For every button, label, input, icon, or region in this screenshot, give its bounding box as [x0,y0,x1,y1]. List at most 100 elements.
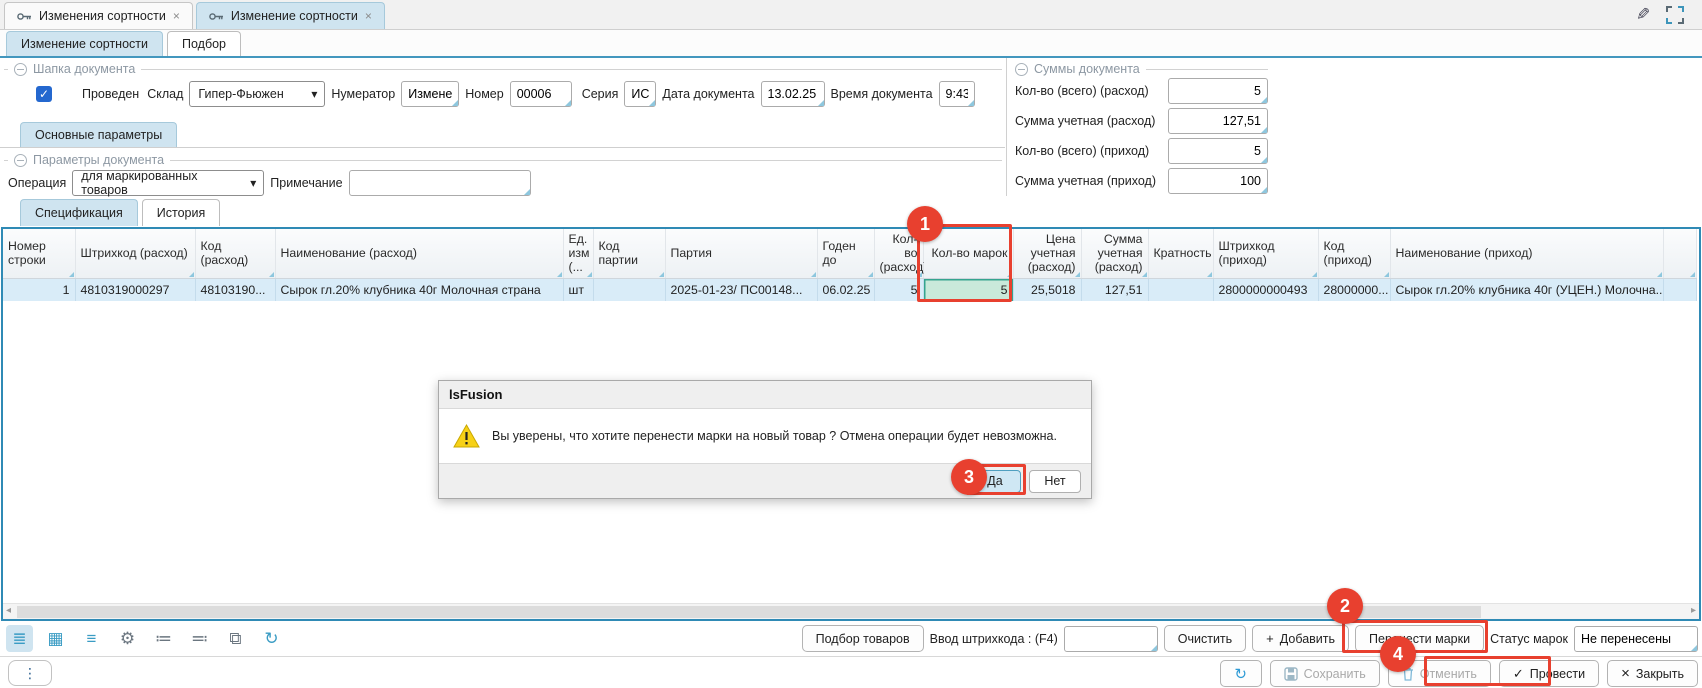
cell[interactable]: 4810319000297 [75,278,195,301]
column-header[interactable]: Наименование (расход) [275,229,563,278]
dialog-title: lsFusion [439,381,1091,409]
qty-prihod-field[interactable] [1168,138,1268,164]
window-tab-izmenenie-sortnosti[interactable]: Изменение сортности × [196,2,385,29]
column-header[interactable]: Кол-во (расход) [874,229,923,278]
cell[interactable]: 25,5018 [1013,278,1081,301]
lsfusion-window: Изменения сортности × Изменение сортност… [0,0,1702,688]
form-tab-bar: Изменение сортности Подбор [0,30,1702,58]
collapse-icon[interactable] [14,63,27,76]
doc-date-field[interactable] [761,81,825,107]
filter-icon[interactable]: ≡ [78,625,105,652]
cell[interactable]: 1 [3,278,75,301]
cell[interactable]: 2025-01-23/ ПС00148... [665,278,817,301]
window-tab-izmeneniya-sortnosti[interactable]: Изменения сортности × [4,2,193,29]
numerator-field[interactable] [401,81,459,107]
cell-kolvo-marok-selected[interactable]: 5 [923,278,1013,301]
scrollbar-thumb[interactable] [17,606,1481,618]
operation-select[interactable]: для маркированных товаров▾ [72,170,264,196]
cell[interactable] [1148,278,1213,301]
close-tab-icon[interactable]: × [173,9,180,23]
barcode-label: Ввод штрихкода : (F4) [930,632,1058,646]
cell[interactable]: 2800000000493 [1213,278,1318,301]
view-grid-icon[interactable]: ▦ [42,625,69,652]
seriya-field[interactable] [624,81,656,107]
seriya-label: Серия [582,87,619,101]
yes-button[interactable]: Да [969,470,1021,493]
proveden-checkbox[interactable]: ✓ [36,86,52,102]
cell[interactable]: 127,51 [1081,278,1148,301]
cell[interactable] [593,278,665,301]
add-rows-icon[interactable]: ≕ [186,625,213,652]
clear-button[interactable]: Очистить [1164,625,1246,652]
check-icon: ✓ [1513,666,1524,682]
no-button[interactable]: Нет [1029,470,1081,493]
column-header[interactable]: Ед. изм (... [563,229,593,278]
open-in-new-icon[interactable]: ⧉ [222,625,249,652]
save-button[interactable]: Сохранить [1270,660,1380,687]
doc-time-field[interactable] [939,81,975,107]
close-x-icon: × [1621,665,1630,682]
column-header[interactable]: Годен до [817,229,874,278]
window-tab-label: Изменение сортности [231,9,358,23]
nomer-field[interactable] [510,81,572,107]
column-header[interactable]: Наименование (приход) [1390,229,1663,278]
column-header[interactable]: Код (приход) [1318,229,1390,278]
cell[interactable]: 5 [874,278,923,301]
column-header[interactable]: Сумма учетная (расход) [1081,229,1148,278]
qty-rashod-field[interactable] [1168,78,1268,104]
numbered-list-icon[interactable]: ≔ [150,625,177,652]
fullscreen-icon[interactable] [1666,6,1684,24]
refresh-button[interactable]: ↻ [1220,660,1262,687]
column-header[interactable]: Цена учетная (расход) [1013,229,1081,278]
barcode-input[interactable] [1064,626,1158,652]
podbor-tovarov-button[interactable]: Подбор товаров [802,625,924,652]
scroll-right-icon[interactable]: ▸ [1691,605,1696,616]
tab-osnovnye-parametry[interactable]: Основные параметры [20,122,177,147]
grid-row-1[interactable]: 1 4810319000297 48103190... Сырок гл.20%… [3,278,1697,301]
close-tab-icon[interactable]: × [365,9,372,23]
sum-row: Кол-во (всего) (приход) [1015,136,1268,166]
cell[interactable]: 28000000... [1318,278,1390,301]
tab-podbor[interactable]: Подбор [167,31,241,56]
cell[interactable]: 06.02.25 [817,278,874,301]
scroll-left-icon[interactable]: ◂ [6,605,11,616]
marks-status-field [1574,626,1698,652]
gear-icon[interactable]: ⚙ [114,625,141,652]
column-header[interactable]: Партия [665,229,817,278]
sklad-select[interactable]: Гипер-Фьюжен▾ [189,81,325,107]
post-button[interactable]: ✓Провести [1499,660,1599,687]
window-tab-bar: Изменения сортности × Изменение сортност… [0,0,1702,30]
summa-rashod-field[interactable] [1168,108,1268,134]
cell[interactable]: Сырок гл.20% клубника 40г Молочная стран… [275,278,563,301]
view-list-icon[interactable]: ≣ [6,625,33,652]
horizontal-scrollbar[interactable]: ◂ ▸ [3,603,1699,619]
more-menu-button[interactable]: ⋮ [8,660,52,686]
params-section-legend: Параметры документа [4,153,1002,167]
tab-specifikaciya[interactable]: Спецификация [20,199,138,226]
column-header[interactable]: Штрихкод (приход) [1213,229,1318,278]
cell[interactable]: Сырок гл.20% клубника 40г (УЦЕН.) Молочн… [1390,278,1663,301]
column-header-kolvo-marok[interactable]: Кол-во марок [923,229,1013,278]
refresh-grid-icon[interactable]: ↻ [258,625,285,652]
column-header[interactable]: Штрихкод (расход) [75,229,195,278]
column-header[interactable]: Кратность [1148,229,1213,278]
close-button[interactable]: ×Закрыть [1607,660,1698,687]
edit-pencil-icon[interactable]: ✎ [1636,5,1650,25]
column-header[interactable]: Код партии [593,229,665,278]
summa-prihod-field[interactable] [1168,168,1268,194]
tab-izmenenie-sortnosti[interactable]: Изменение сортности [6,31,163,56]
add-button[interactable]: +Добавить [1252,625,1349,652]
cancel-button[interactable]: Отменить [1388,660,1491,687]
column-header[interactable]: Номер строки [3,229,75,278]
window-tab-label: Изменения сортности [39,9,166,23]
cell[interactable]: 48103190... [195,278,275,301]
tab-istoriya[interactable]: История [142,199,220,226]
collapse-icon[interactable] [1015,63,1028,76]
collapse-icon[interactable] [14,154,27,167]
cell[interactable]: шт [563,278,593,301]
doc-date-label: Дата документа [662,87,754,101]
transfer-marks-button[interactable]: Перенести марки [1355,625,1484,652]
column-header[interactable]: Код (расход) [195,229,275,278]
sum-label: Кол-во (всего) (приход) [1015,144,1168,158]
note-field[interactable] [349,170,531,196]
